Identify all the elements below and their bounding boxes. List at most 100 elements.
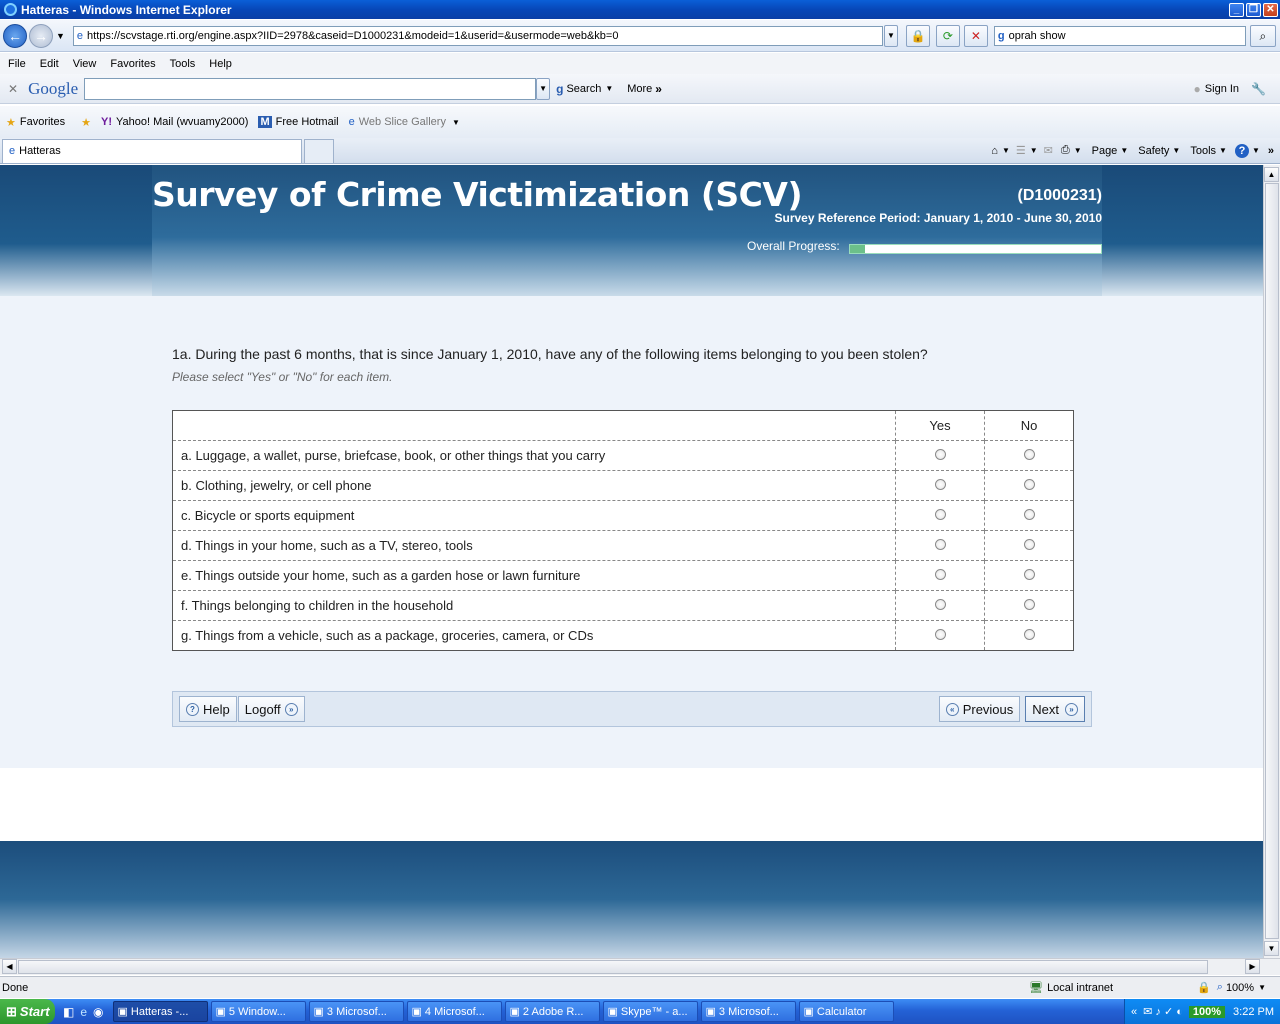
question-grid: Yes No a. Luggage, a wallet, purse, brie… [172,410,1074,651]
radio-yes[interactable] [934,599,946,610]
radio-no[interactable] [1023,629,1035,640]
menu-edit[interactable]: Edit [40,58,59,70]
radio-yes[interactable] [934,569,946,580]
feeds-icon[interactable]: ☰ [1016,144,1026,157]
radio-yes[interactable] [934,509,946,520]
tools-menu[interactable]: Tools [1190,145,1216,157]
logoff-button[interactable]: Logoff » [237,696,305,722]
radio-no[interactable] [1023,479,1035,490]
menu-view[interactable]: View [73,58,97,70]
taskbar-button[interactable]: ▣ 3 Microsof... [700,1001,796,1022]
print-dropdown-icon[interactable]: ▼ [1074,146,1082,155]
previous-button[interactable]: « Previous [938,696,1021,722]
google-more-button[interactable]: More [627,83,652,95]
favorites-button[interactable]: Favorites [20,116,65,128]
next-button[interactable]: Next » [1025,696,1085,722]
google-search-button[interactable]: Search [566,83,601,95]
taskbar-button[interactable]: ▣ Skype™ - a... [602,1001,698,1022]
zoom-icon[interactable]: ⌕ [1217,981,1223,994]
back-button[interactable]: ← [3,23,27,48]
help-button[interactable]: ? Help [179,696,237,722]
fav-yahoo-mail[interactable]: Yahoo! Mail (wvuamy2000) [116,116,248,128]
google-signin-link[interactable]: Sign In [1205,83,1239,95]
fav-free-hotmail[interactable]: Free Hotmail [276,116,339,128]
history-dropdown-icon[interactable]: ▼ [56,31,65,41]
search-go-button[interactable]: ⌕ [1249,24,1276,47]
lock-icon[interactable]: 🔒 [905,24,930,47]
new-tab-button[interactable] [304,138,334,163]
battery-indicator[interactable]: 100% [1188,1005,1226,1018]
stop-button[interactable]: ✕ [963,24,988,47]
refresh-button[interactable]: ⟳ [935,24,960,47]
wrench-icon[interactable]: 🔧 [1251,82,1266,96]
scroll-right-button[interactable]: ▶ [1245,959,1260,974]
tray-expand-icon[interactable]: « [1131,1006,1137,1018]
scroll-left-button[interactable]: ◀ [2,959,17,974]
protected-mode-icon[interactable]: 🔒 [1197,981,1211,994]
radio-no[interactable] [1023,599,1035,610]
address-url: https://scvstage.rti.org/engine.aspx?IID… [87,29,619,42]
safety-menu[interactable]: Safety [1138,145,1169,157]
google-search-dropdown[interactable]: ▼ [536,77,551,100]
search-box[interactable]: g oprah show [993,25,1246,46]
forward-button[interactable]: → [29,23,53,48]
taskbar-button[interactable]: ▣ 4 Microsof... [406,1001,502,1022]
menu-tools[interactable]: Tools [170,58,196,70]
zoom-level[interactable]: 100% [1226,982,1254,994]
radio-no[interactable] [1023,539,1035,550]
tray-icons[interactable]: ✉ ♪ ✓ ◐ [1143,1005,1183,1018]
close-toolbar-icon[interactable]: ✕ [8,82,18,96]
quicklaunch-icon[interactable]: ◧ [63,1005,74,1019]
taskbar-button[interactable]: ▣ 3 Microsof... [308,1001,404,1022]
scroll-down-button[interactable]: ▼ [1264,941,1279,956]
address-dropdown-button[interactable]: ▼ [883,24,898,47]
help-icon[interactable]: ? [1234,143,1249,158]
grid-row-label: g. Things from a vehicle, such as a pack… [172,620,896,651]
taskbar-button[interactable]: ▣ 5 Window... [210,1001,306,1022]
taskbar-button[interactable]: ▣ Hatteras -... [112,1001,208,1022]
quicklaunch-ie-icon[interactable]: e [80,1005,87,1019]
address-bar[interactable]: e https://scvstage.rti.org/engine.aspx?I… [72,25,883,46]
fav-web-slice-gallery[interactable]: Web Slice Gallery [359,116,446,128]
clock[interactable]: 3:22 PM [1233,1006,1274,1018]
close-window-button[interactable]: ✕ [1263,2,1278,17]
minimize-button[interactable]: _ [1229,2,1244,17]
overflow-chevron-icon[interactable]: » [1268,145,1274,157]
vertical-scrollbar[interactable]: ▲ ▼ [1263,165,1280,958]
taskbar-button[interactable]: ▣ Calculator [798,1001,894,1022]
restore-button[interactable]: ❐ [1246,2,1261,17]
radio-yes[interactable] [934,449,946,460]
taskbar-button-label: 4 Microsof... [424,1005,485,1018]
webslice-dropdown-icon[interactable]: ▼ [452,118,460,127]
radio-yes[interactable] [934,629,946,640]
taskbar-button[interactable]: ▣ 2 Adobe R... [504,1001,600,1022]
tab-hatteras[interactable]: e Hatteras [2,138,302,163]
zoom-dropdown-icon[interactable]: ▼ [1258,983,1266,992]
scroll-up-button[interactable]: ▲ [1264,167,1279,182]
taskbar-app-icon: ▣ [509,1006,520,1018]
page-menu[interactable]: Page [1092,145,1118,157]
google-search-input[interactable] [84,77,537,100]
menu-file[interactable]: File [8,58,26,70]
add-favorite-icon[interactable]: ★ [81,116,91,129]
radio-no[interactable] [1023,569,1035,580]
start-button[interactable]: ⊞ Start [0,999,55,1024]
home-dropdown-icon[interactable]: ▼ [1002,146,1010,155]
feeds-dropdown-icon[interactable]: ▼ [1030,146,1038,155]
hscroll-thumb[interactable] [18,960,1208,974]
search-dropdown-icon[interactable]: ▼ [605,84,613,93]
mail-icon[interactable]: ✉ [1044,144,1053,157]
radio-no[interactable] [1023,509,1035,520]
google-logo: Google [28,78,79,98]
taskbar-app-icon: ▣ [803,1006,814,1018]
quicklaunch-media-icon[interactable]: ◉ [93,1005,103,1019]
horizontal-scrollbar[interactable]: ◀ ▶ [0,958,1280,975]
menu-favorites[interactable]: Favorites [110,58,155,70]
print-icon[interactable]: ⎙ [1061,144,1070,157]
radio-no[interactable] [1023,449,1035,460]
scroll-thumb[interactable] [1265,183,1279,939]
menu-help[interactable]: Help [209,58,232,70]
home-icon[interactable]: ⌂ [991,145,998,157]
radio-yes[interactable] [934,479,946,490]
radio-yes[interactable] [934,539,946,550]
